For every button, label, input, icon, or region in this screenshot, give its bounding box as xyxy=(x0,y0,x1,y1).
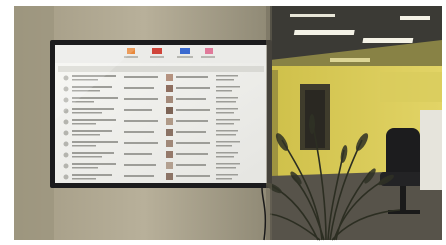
photo-frame xyxy=(14,6,442,241)
wall-mounted-tv xyxy=(50,40,272,188)
red-tab-icon xyxy=(152,48,162,54)
pink-tab-icon xyxy=(205,48,213,54)
blue-tab-icon xyxy=(180,48,190,54)
office-photo xyxy=(0,0,446,245)
